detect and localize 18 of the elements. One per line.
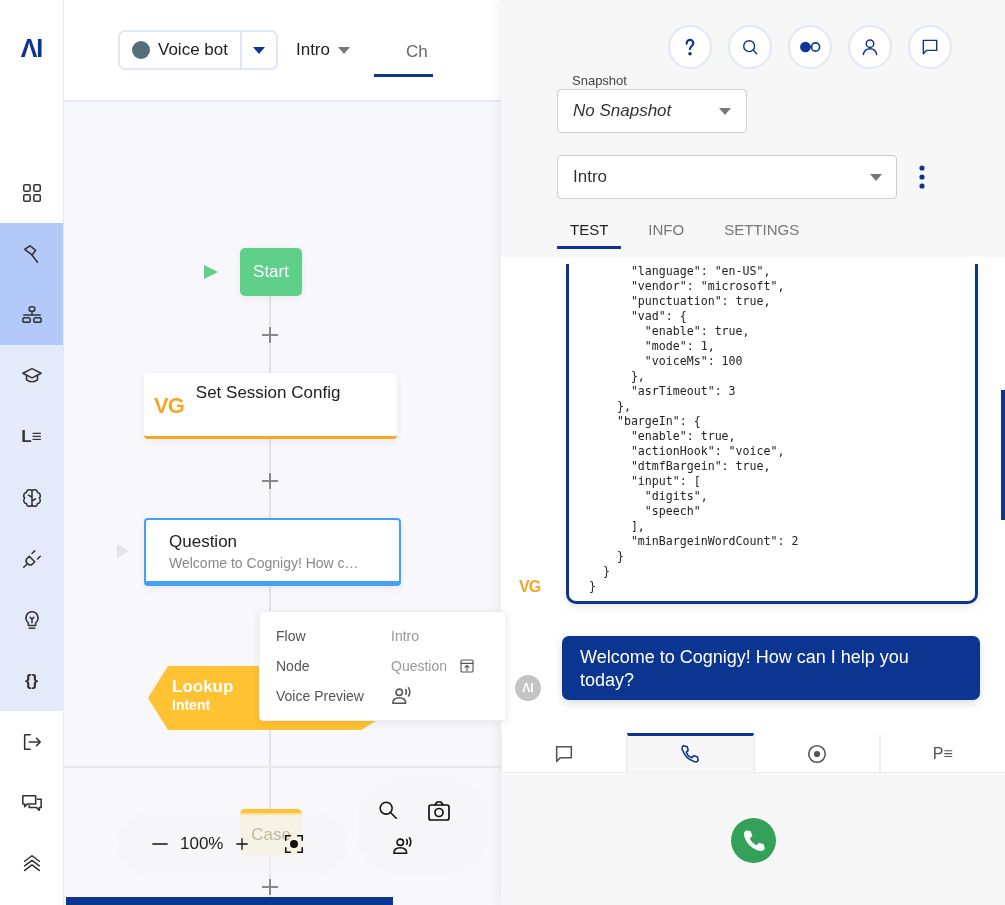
vg-logo: VG: [519, 578, 542, 597]
snapshot-label: Snapshot: [572, 73, 628, 89]
node-subtitle: Welcome to Cognigy! How c…: [169, 555, 360, 571]
tooltip-label: Flow: [276, 627, 307, 645]
tooltip-label: Node: [276, 657, 311, 675]
node-title: Question: [169, 532, 239, 552]
tooltip-label: Voice Preview: [276, 687, 365, 705]
node-title: Lookup: [172, 677, 234, 697]
node-subtitle: Intent: [172, 697, 211, 713]
zoom-level: 100%: [180, 834, 224, 854]
tooltip-value: Intro: [391, 627, 420, 645]
bot-avatar: ΛI: [515, 675, 541, 701]
bot-message: Welcome to Cognigy! How can I help you today?: [562, 636, 980, 700]
json-code: "language": "en-US", "vendor": "microsoft", "punctuation": true, "vad": { "enable": true, "mode": 1, "voiceMs": 100 }, "asrTimeout": 3 }, "bargeIn": { "enable": true, "actionHook": "voice", "dtmfBargein": true, "input": [ "digits", "speech" ], "minBargeinWordCount": 2 } } }: [589, 264, 800, 594]
vg-logo: VG: [154, 393, 184, 420]
bot-name: Voice bot: [158, 40, 228, 60]
tooltip-value: Question: [391, 658, 448, 674]
node-title: Set Session Config: [195, 383, 341, 404]
